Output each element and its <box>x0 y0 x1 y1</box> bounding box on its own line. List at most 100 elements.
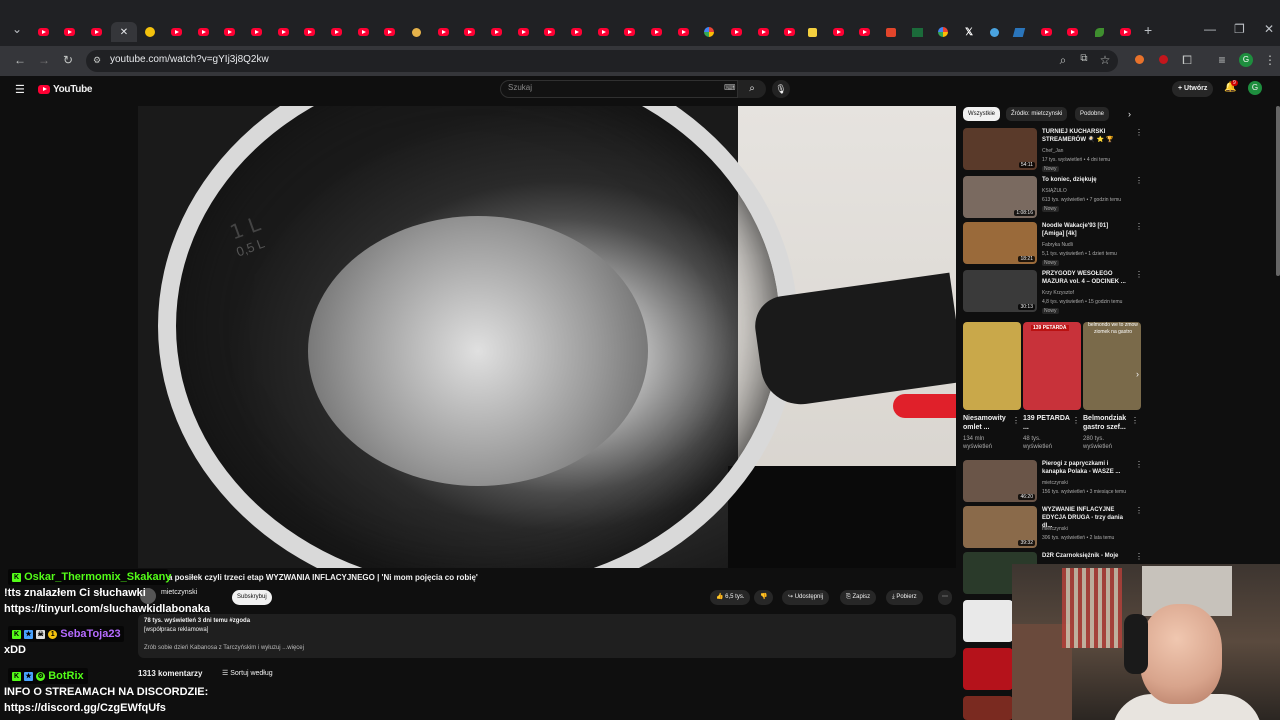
youtube-logo[interactable]: YouTube <box>38 84 93 95</box>
browser-tab[interactable] <box>272 22 294 42</box>
more-vertical-icon[interactable]: ⋮ <box>1072 416 1080 425</box>
chips-next-icon[interactable]: › <box>1128 109 1131 119</box>
chip-all[interactable]: Wszystkie <box>963 107 1000 121</box>
browser-tab[interactable] <box>801 22 823 42</box>
new-tab-button[interactable]: + <box>1144 22 1152 38</box>
browser-tab[interactable] <box>538 22 560 42</box>
sidebar-video[interactable]: 1:08:16 To koniec, dziękuję KSIĄŻULO 613… <box>963 176 1143 220</box>
url-text[interactable]: youtube.com/watch?v=gYIj3j8Q2kw <box>110 54 269 65</box>
window-close-button[interactable]: ✕ <box>1264 22 1274 36</box>
browser-tab[interactable] <box>778 22 800 42</box>
bookmark-star-icon[interactable]: ☆ <box>1097 53 1113 67</box>
browser-tab[interactable] <box>58 22 80 42</box>
account-avatar[interactable]: G <box>1248 81 1262 95</box>
video-channel[interactable]: mietczynski <box>1042 480 1068 486</box>
browser-tab[interactable] <box>405 22 427 42</box>
more-vertical-icon[interactable]: ⋮ <box>1135 552 1143 561</box>
video-thumbnail[interactable]: 39:32 <box>963 506 1037 548</box>
video-thumbnail[interactable] <box>963 600 1013 642</box>
search-input[interactable] <box>500 80 738 98</box>
create-button[interactable]: + Utwórz <box>1172 81 1214 97</box>
browser-tab[interactable] <box>1114 22 1136 42</box>
shorts-next-icon[interactable]: › <box>1136 369 1139 379</box>
zoom-icon[interactable]: ⌕ <box>1055 53 1071 68</box>
more-vertical-icon[interactable]: ⋮ <box>1135 128 1143 137</box>
browser-tab[interactable]: 𝕏 <box>958 22 980 42</box>
browser-tab-active[interactable]: ✕ <box>111 22 137 42</box>
video-thumbnail[interactable]: 54:11 <box>963 128 1037 170</box>
restore-button[interactable]: ❐ <box>1234 22 1245 36</box>
site-info-icon[interactable]: ⚙ <box>89 55 105 66</box>
profile-avatar[interactable]: G <box>1239 53 1253 67</box>
video-title[interactable]: Noodle Wakacje'93 [01] [Amiga] [4k] <box>1042 222 1132 238</box>
forward-arrow-icon[interactable]: → <box>36 53 52 67</box>
browser-tab[interactable] <box>218 22 240 42</box>
short-thumbnail[interactable]: 139 PETARDA <box>1023 322 1081 410</box>
browser-tab[interactable] <box>1088 22 1110 42</box>
browser-tab[interactable] <box>906 22 928 42</box>
video-thumbnail[interactable] <box>963 648 1013 690</box>
browser-tab[interactable] <box>512 22 534 42</box>
video-thumbnail[interactable]: 18:21 <box>963 222 1037 264</box>
description-box[interactable] <box>138 614 956 658</box>
video-thumbnail[interactable]: 30:13 <box>963 270 1037 312</box>
video-channel[interactable]: Chef_Jan <box>1042 148 1063 154</box>
chip-source[interactable]: Źródło: mietczynski <box>1006 107 1068 121</box>
browser-tab[interactable] <box>245 22 267 42</box>
more-vertical-icon[interactable]: ⋮ <box>1135 270 1143 279</box>
minimize-button[interactable]: — <box>1204 22 1216 36</box>
browser-tab[interactable] <box>645 22 667 42</box>
more-vertical-icon[interactable]: ⋮ <box>1135 222 1143 231</box>
browser-tab[interactable] <box>85 22 107 42</box>
sidebar-video[interactable]: 46:20 Pierogi z papryczkami i kanapka Po… <box>963 460 1143 504</box>
browser-tab[interactable] <box>1008 22 1030 42</box>
tab-search-button[interactable]: ⌄ <box>12 22 22 36</box>
browser-tab[interactable] <box>618 22 640 42</box>
reload-icon[interactable]: ↻ <box>60 53 76 67</box>
description-preview[interactable]: Zrób sobie dzień Kabanosa z Tarczyńskim … <box>144 645 304 651</box>
browser-tab[interactable] <box>352 22 374 42</box>
video-player[interactable]: 1 L 0,5 L <box>138 106 956 568</box>
short-thumbnail[interactable] <box>963 322 1021 410</box>
browser-tab[interactable] <box>592 22 614 42</box>
share-button[interactable]: ↪ Udostępnij <box>782 590 830 605</box>
tab-close-icon[interactable]: ✕ <box>120 27 128 38</box>
sort-comments-button[interactable]: ☰ Sortuj według <box>222 669 273 677</box>
more-vertical-icon[interactable]: ⋮ <box>1131 416 1139 425</box>
browser-tab[interactable] <box>880 22 902 42</box>
more-vertical-icon[interactable]: ⋮ <box>1135 176 1143 185</box>
more-vertical-icon[interactable]: ⋮ <box>1012 416 1020 425</box>
video-title[interactable]: PRZYGODY WESOŁEGO MAZURA vol. 4 – ODCINE… <box>1042 270 1132 286</box>
browser-tab[interactable] <box>752 22 774 42</box>
sidebar-video[interactable]: 30:13 PRZYGODY WESOŁEGO MAZURA vol. 4 – … <box>963 270 1143 314</box>
back-arrow-icon[interactable]: ← <box>12 53 28 67</box>
keyboard-icon[interactable]: ⌨ <box>724 83 736 92</box>
more-vertical-icon[interactable]: ⋮ <box>1135 506 1143 515</box>
browser-tab[interactable] <box>485 22 507 42</box>
reading-list-icon[interactable]: ≡ <box>1214 53 1230 67</box>
more-vertical-icon[interactable]: ⋮ <box>1135 460 1143 469</box>
browser-tab[interactable] <box>1035 22 1057 42</box>
browser-tab[interactable] <box>672 22 694 42</box>
video-title[interactable]: TURNIEJ KUCHARSKI STREAMERÓW 🍳 ⭐ 🏆 <box>1042 128 1132 144</box>
browser-tab[interactable] <box>298 22 320 42</box>
browser-tab[interactable] <box>139 22 161 42</box>
browser-tab[interactable] <box>983 22 1005 42</box>
browser-tab[interactable] <box>1061 22 1083 42</box>
video-title[interactable]: To koniec, dziękuję <box>1042 176 1132 184</box>
browser-tab[interactable] <box>325 22 347 42</box>
browser-tab[interactable] <box>165 22 187 42</box>
video-channel[interactable]: mietczynski <box>1042 526 1068 532</box>
cast-icon[interactable]: ⧉ <box>1076 53 1092 64</box>
browser-tab[interactable] <box>565 22 587 42</box>
browser-tab[interactable] <box>827 22 849 42</box>
video-channel[interactable]: Krzy Krzysztof <box>1042 290 1074 296</box>
channel-name[interactable]: mietczynski <box>161 589 197 596</box>
video-title[interactable]: Pierogi z papryczkami i kanapka Polaka -… <box>1042 460 1132 476</box>
download-button[interactable]: ⤓ Pobierz <box>886 590 923 605</box>
browser-tab[interactable] <box>32 22 54 42</box>
browser-tab[interactable] <box>378 22 400 42</box>
save-button[interactable]: ⎘ Zapisz <box>840 590 877 605</box>
page-scrollbar[interactable] <box>1276 106 1280 276</box>
video-channel[interactable]: Fabryka Nudli <box>1042 242 1073 248</box>
